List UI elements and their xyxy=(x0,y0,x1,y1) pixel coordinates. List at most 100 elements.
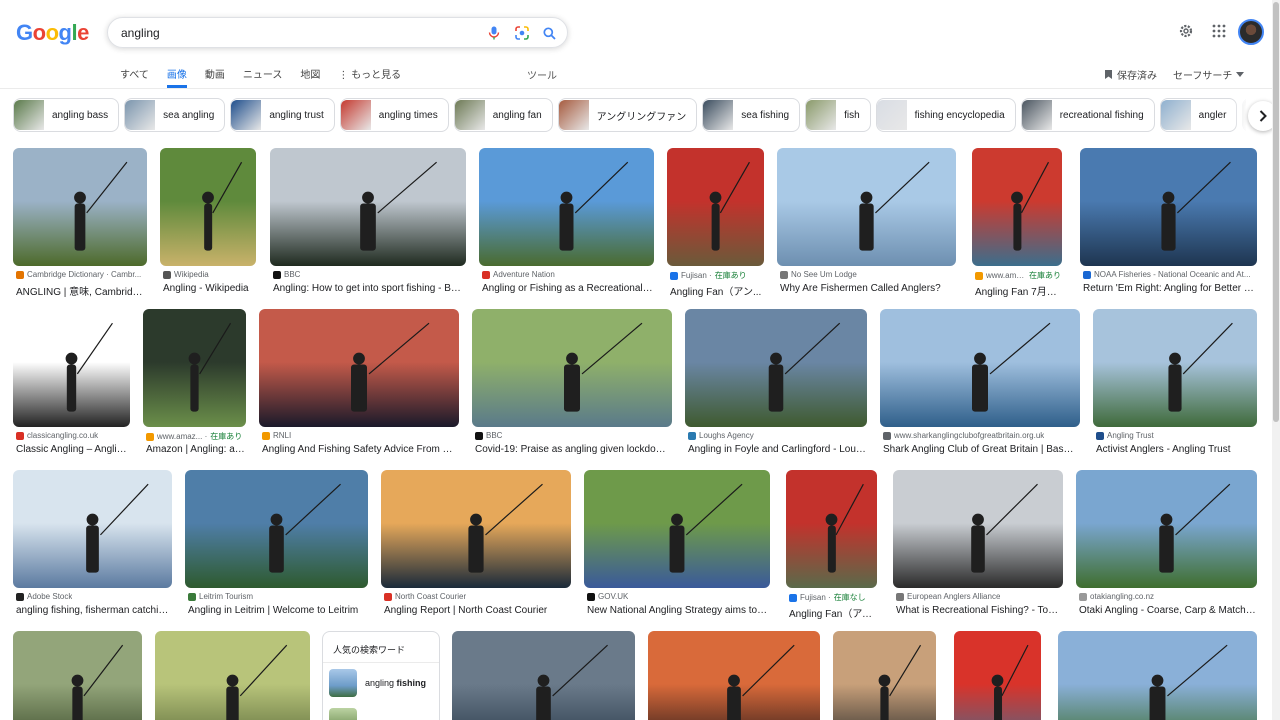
result-title[interactable]: Activist Anglers - Angling Trust xyxy=(1096,444,1256,455)
result-title[interactable]: Angling - Wikipedia xyxy=(163,283,255,294)
result-title[interactable]: What is Recreational Fishing? - Topic... xyxy=(896,605,1062,616)
result-thumbnail[interactable] xyxy=(143,309,246,427)
result-title[interactable]: Classic Angling – Anglin... xyxy=(16,444,129,455)
search-chip[interactable]: angling times xyxy=(339,98,449,132)
result-source[interactable]: BBC xyxy=(273,270,465,279)
result-source[interactable]: classicangling.co.uk xyxy=(16,431,129,440)
result-source[interactable]: NOAA Fisheries - National Oceanic and At… xyxy=(1083,270,1256,279)
safesearch-button[interactable]: セーフサーチ xyxy=(1173,67,1245,82)
apps-grid-icon[interactable] xyxy=(1210,22,1228,40)
search-icon[interactable] xyxy=(541,25,557,41)
result-thumbnail[interactable] xyxy=(972,148,1062,266)
result-title[interactable]: Angling Fan（アン... xyxy=(789,605,876,620)
result-title[interactable]: ANGLING | 意味, Cambridge ... xyxy=(16,283,146,298)
result-title[interactable]: Angling in Leitrim | Welcome to Leitrim xyxy=(188,605,367,616)
page-scrollbar[interactable] xyxy=(1272,0,1280,720)
result-source[interactable]: Angling Trust xyxy=(1096,431,1256,440)
result-source[interactable]: Wikipedia xyxy=(163,270,255,279)
result-thumbnail[interactable] xyxy=(1058,631,1257,720)
result-thumbnail[interactable] xyxy=(954,631,1041,720)
result-thumbnail[interactable] xyxy=(13,470,172,588)
result-source[interactable]: www.amaz... · 在庫あり xyxy=(146,431,245,442)
result-source[interactable]: Loughs Agency xyxy=(688,431,866,440)
search-chip[interactable]: angling fan xyxy=(453,98,553,132)
result-thumbnail[interactable] xyxy=(381,470,571,588)
result-thumbnail[interactable] xyxy=(685,309,867,427)
result-title[interactable]: Covid-19: Praise as angling given lockdo… xyxy=(475,444,671,455)
result-title[interactable]: Angling Fan（アン... xyxy=(670,283,763,298)
result-source[interactable]: Adventure Nation xyxy=(482,270,653,279)
result-title[interactable]: Angling in Foyle and Carlingford - Loug.… xyxy=(688,444,866,455)
result-source[interactable]: otakiangling.co.nz xyxy=(1079,592,1256,601)
result-title[interactable]: Shark Angling Club of Great Britain | Ba… xyxy=(883,444,1079,455)
result-title[interactable]: New National Angling Strategy aims to g.… xyxy=(587,605,769,616)
search-chip[interactable]: sea angling xyxy=(124,98,226,132)
search-input[interactable]: angling xyxy=(121,26,160,40)
result-source[interactable]: GOV.UK xyxy=(587,592,769,601)
result-title[interactable]: Angling: How to get into sport fishing -… xyxy=(273,283,465,294)
result-source[interactable]: www.ama... · 在庫あり xyxy=(975,270,1061,281)
search-chip[interactable]: fishing encyclopedia xyxy=(875,98,1016,132)
scrollbar-thumb[interactable] xyxy=(1273,2,1279,422)
google-lens-icon[interactable] xyxy=(514,25,530,41)
result-source[interactable]: Cambridge Dictionary · Cambr... xyxy=(16,270,146,279)
result-thumbnail[interactable] xyxy=(1080,148,1257,266)
result-title[interactable]: Amazon | Angling: a ... xyxy=(146,444,245,455)
tab-0[interactable]: すべて xyxy=(120,66,149,88)
result-thumbnail[interactable] xyxy=(13,631,142,720)
result-title[interactable]: Angling or Fishing as a Recreational S..… xyxy=(482,283,653,294)
result-thumbnail[interactable] xyxy=(786,470,877,588)
search-chip[interactable]: fish xyxy=(805,98,871,132)
result-thumbnail[interactable] xyxy=(13,148,147,266)
tab-4[interactable]: 地図 xyxy=(300,66,320,88)
result-thumbnail[interactable] xyxy=(893,470,1063,588)
tab-3[interactable]: ニュース xyxy=(243,66,283,88)
result-thumbnail[interactable] xyxy=(270,148,466,266)
result-source[interactable]: No See Um Lodge xyxy=(780,270,955,279)
search-chip[interactable]: アングリングファン xyxy=(557,98,698,132)
result-thumbnail[interactable] xyxy=(160,148,256,266)
result-thumbnail[interactable] xyxy=(13,309,130,427)
result-thumbnail[interactable] xyxy=(667,148,764,266)
tab-1[interactable]: 画像 xyxy=(166,66,187,88)
result-title[interactable]: Return 'Em Right: Angling for Better Ca.… xyxy=(1083,283,1256,294)
result-title[interactable]: Otaki Angling - Coarse, Carp & Match Fi.… xyxy=(1079,605,1256,616)
microphone-icon[interactable] xyxy=(486,25,502,41)
result-source[interactable]: European Anglers Alliance xyxy=(896,592,1062,601)
settings-gear-icon[interactable] xyxy=(1177,22,1195,40)
tab-5[interactable]: ⋮ もっと見る xyxy=(338,66,401,88)
result-title[interactable]: Why Are Fishermen Called Anglers? xyxy=(780,283,955,294)
result-thumbnail[interactable] xyxy=(472,309,672,427)
result-source[interactable]: Fujisan · 在庫なし xyxy=(789,592,876,603)
result-source[interactable]: Adobe Stock xyxy=(16,592,171,601)
result-thumbnail[interactable] xyxy=(584,470,770,588)
popular-search-thumbnail[interactable] xyxy=(329,708,357,720)
result-thumbnail[interactable] xyxy=(185,470,368,588)
result-title[interactable]: Angling Report | North Coast Courier xyxy=(384,605,570,616)
result-thumbnail[interactable] xyxy=(155,631,310,720)
popular-search-item[interactable]: angling fishing xyxy=(329,669,426,697)
tab-2[interactable]: 動画 xyxy=(205,66,225,88)
result-source[interactable]: Fujisan · 在庫あり xyxy=(670,270,763,281)
result-thumbnail[interactable] xyxy=(1093,309,1257,427)
tools-button[interactable]: ツール xyxy=(527,67,557,82)
google-logo[interactable]: Google xyxy=(16,20,89,46)
result-thumbnail[interactable] xyxy=(452,631,635,720)
result-thumbnail[interactable] xyxy=(833,631,936,720)
result-source[interactable]: North Coast Courier xyxy=(384,592,570,601)
search-box[interactable]: angling xyxy=(107,17,568,48)
result-source[interactable]: BBC xyxy=(475,431,671,440)
result-thumbnail[interactable] xyxy=(479,148,654,266)
result-thumbnail[interactable] xyxy=(1076,470,1257,588)
result-title[interactable]: Angling Fan 7月号 |... xyxy=(975,283,1061,298)
search-chip[interactable]: angling bass xyxy=(13,98,120,132)
result-source[interactable]: Leitrim Tourism xyxy=(188,592,367,601)
result-thumbnail[interactable] xyxy=(880,309,1080,427)
account-avatar[interactable] xyxy=(1238,19,1264,45)
search-chip[interactable]: angling trust xyxy=(230,98,335,132)
search-chip[interactable]: recreational fishing xyxy=(1020,98,1155,132)
search-chip[interactable]: sea fishing xyxy=(702,98,801,132)
result-title[interactable]: angling fishing, fisherman catchin... xyxy=(16,605,171,616)
saved-button[interactable]: 保存済み xyxy=(1104,67,1157,82)
result-thumbnail[interactable] xyxy=(648,631,820,720)
